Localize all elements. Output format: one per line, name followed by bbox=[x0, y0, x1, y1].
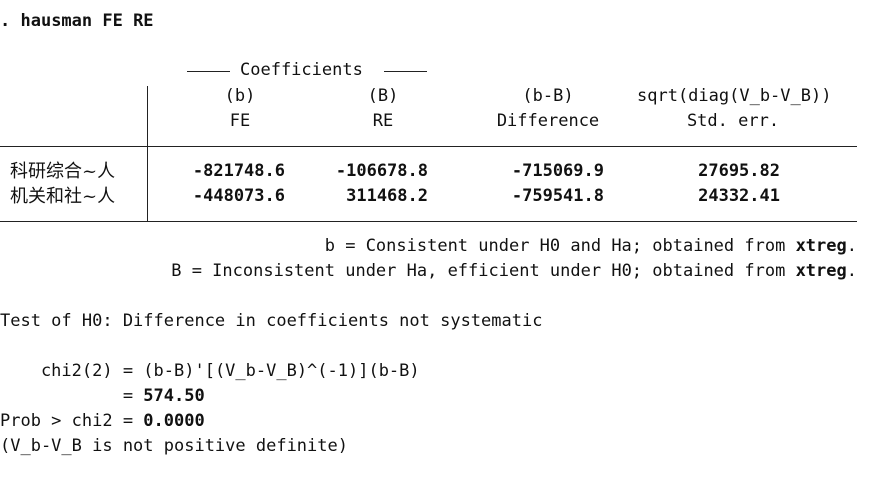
coefficients-rule-left bbox=[187, 71, 230, 72]
prob-line: Prob > chi2 = 0.0000 bbox=[0, 409, 205, 434]
table-cell-B: -106678.8 bbox=[335, 161, 428, 181]
table-cell-B: 311468.2 bbox=[346, 186, 428, 206]
chi2-formula-line: chi2(2) = (b-B)'[(V_b-V_B)^(-1)](b-B) bbox=[0, 359, 420, 384]
chi2-value-line: = 574.50 bbox=[0, 384, 205, 409]
table-vertical-rule-header bbox=[147, 86, 148, 146]
note-B-inconsistent: B = Inconsistent under Ha, efficient und… bbox=[0, 259, 857, 284]
coefficients-group-label: Coefficients bbox=[240, 60, 363, 80]
prob-value: 0.0000 bbox=[143, 411, 205, 431]
coefficients-rule-right bbox=[384, 71, 427, 72]
command-line: . hausman FE RE bbox=[0, 9, 154, 34]
table-bottom-rule bbox=[0, 221, 857, 222]
chi2-formula: (b-B)'[(V_b-V_B)^(-1)](b-B) bbox=[143, 361, 420, 381]
chi2-value: 574.50 bbox=[143, 386, 205, 406]
table-cell-diff: -715069.9 bbox=[511, 161, 604, 181]
col-se-header-bottom: Std. err. bbox=[686, 111, 780, 131]
table-header-rule bbox=[0, 146, 857, 147]
col-B-header-bottom: RE bbox=[372, 111, 394, 131]
command-prompt: . bbox=[0, 11, 21, 31]
prob-label: Prob > chi2 = bbox=[0, 411, 144, 431]
command-text: hausman FE RE bbox=[20, 11, 154, 31]
note-b-command: xtreg bbox=[795, 236, 847, 256]
note-b-period: . bbox=[846, 236, 857, 256]
col-B-header-top: (B) bbox=[367, 86, 399, 106]
note-b-consistent: b = Consistent under H0 and Ha; obtained… bbox=[0, 234, 857, 259]
table-row-label: 科研综合~人 bbox=[10, 161, 116, 182]
col-se-header-top: sqrt(diag(V_b-V_B)) bbox=[637, 86, 832, 106]
chi2-equals: = bbox=[0, 386, 144, 406]
note-B-text: B = Inconsistent under Ha, efficient und… bbox=[171, 261, 796, 281]
warning-line: (V_b-V_B is not positive definite) bbox=[0, 436, 348, 456]
col-diff-header-bottom: Difference bbox=[496, 111, 600, 131]
table-cell-b: -821748.6 bbox=[192, 161, 285, 181]
table-cell-se: 24332.41 bbox=[698, 186, 780, 206]
col-b-header-top: (b) bbox=[224, 86, 256, 106]
col-diff-header-top: (b-B) bbox=[522, 86, 574, 106]
table-cell-se: 27695.82 bbox=[698, 161, 780, 181]
note-B-command: xtreg bbox=[795, 261, 847, 281]
table-row-label: 机关和社~人 bbox=[10, 186, 116, 207]
previous-prompt-dot: . bbox=[0, 0, 10, 8]
note-B-period: . bbox=[846, 261, 857, 281]
table-cell-diff: -759541.8 bbox=[511, 186, 604, 206]
table-cell-b: -448073.6 bbox=[192, 186, 285, 206]
chi2-label: chi2(2) = bbox=[0, 361, 144, 381]
note-b-text: b = Consistent under H0 and Ha; obtained… bbox=[324, 236, 796, 256]
table-vertical-rule-body bbox=[147, 146, 148, 221]
test-h0-line: Test of H0: Difference in coefficients n… bbox=[0, 311, 543, 331]
col-b-header-bottom: FE bbox=[229, 111, 251, 131]
